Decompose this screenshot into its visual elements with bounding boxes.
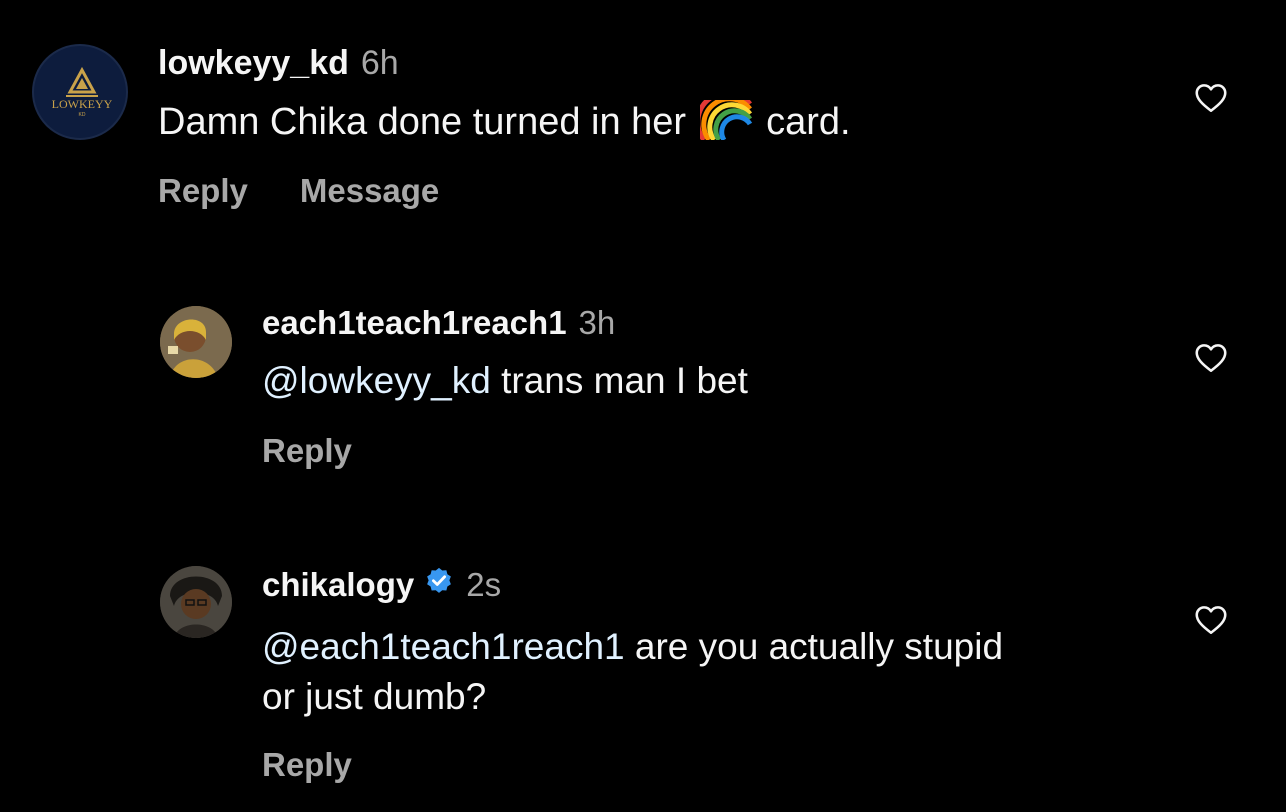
comment-lowkeyy-kd: LOWKEYY KD lowkeyy_kd 6h Damn Chika done…: [0, 0, 1286, 240]
comment-meta: each1teach1reach1 3h: [262, 304, 615, 342]
comment-each1teach1reach1: each1teach1reach1 3h @lowkeyy_kd trans m…: [0, 290, 1286, 500]
comment-meta: chikalogy 2s: [262, 566, 501, 604]
comment-text-part: or just dumb?: [262, 676, 487, 717]
comment-text: @lowkeyy_kd trans man I bet: [262, 360, 748, 402]
comment-text-part: trans man I bet: [490, 360, 748, 401]
avatar-logo-subtext: KD: [79, 112, 86, 118]
avatar-logo-text: LOWKEYY: [52, 97, 113, 111]
comment-actions: Reply: [262, 746, 352, 784]
reply-button[interactable]: Reply: [262, 432, 352, 470]
verified-badge-icon: [427, 567, 452, 593]
comment-meta: lowkeyy_kd 6h: [158, 44, 399, 83]
avatar-each1teach1reach1[interactable]: [160, 306, 232, 378]
username[interactable]: chikalogy: [262, 566, 414, 604]
mention-link[interactable]: @each1teach1reach1: [262, 626, 625, 667]
heart-icon[interactable]: [1192, 80, 1230, 116]
mention-link[interactable]: @lowkeyy_kd: [262, 360, 491, 401]
profile-photo-icon: [160, 566, 232, 638]
reply-button[interactable]: Reply: [262, 746, 352, 784]
timestamp: 2s: [466, 566, 502, 603]
heart-icon[interactable]: [1192, 602, 1230, 638]
profile-photo-icon: [160, 306, 232, 378]
comment-text-part: card.: [766, 101, 851, 143]
reply-button[interactable]: Reply: [158, 172, 248, 210]
comment-text: Damn Chika done turned in her card.: [158, 100, 851, 144]
avatar-chikalogy[interactable]: [160, 566, 232, 638]
avatar-lowkeyy-kd[interactable]: LOWKEYY KD: [32, 44, 128, 140]
lowkeyy-logo-icon: LOWKEYY KD: [52, 66, 113, 118]
comment-text: @each1teach1reach1 are you actually stup…: [262, 622, 1003, 722]
username[interactable]: each1teach1reach1: [262, 304, 567, 342]
heart-icon[interactable]: [1192, 340, 1230, 376]
rainbow-emoji: [700, 100, 753, 140]
timestamp: 6h: [360, 44, 399, 82]
comment-text-part: are you actually stupid: [624, 626, 1004, 667]
comment-actions: Reply: [262, 432, 352, 470]
message-button[interactable]: Message: [300, 172, 439, 210]
comment-chikalogy: chikalogy 2s @each1teach1reach1 are you …: [0, 552, 1286, 812]
username[interactable]: lowkeyy_kd: [158, 44, 349, 83]
timestamp: 3h: [578, 304, 616, 341]
comment-actions: Reply Message: [158, 172, 439, 210]
comment-text-part: Damn Chika done turned in her: [158, 101, 687, 143]
